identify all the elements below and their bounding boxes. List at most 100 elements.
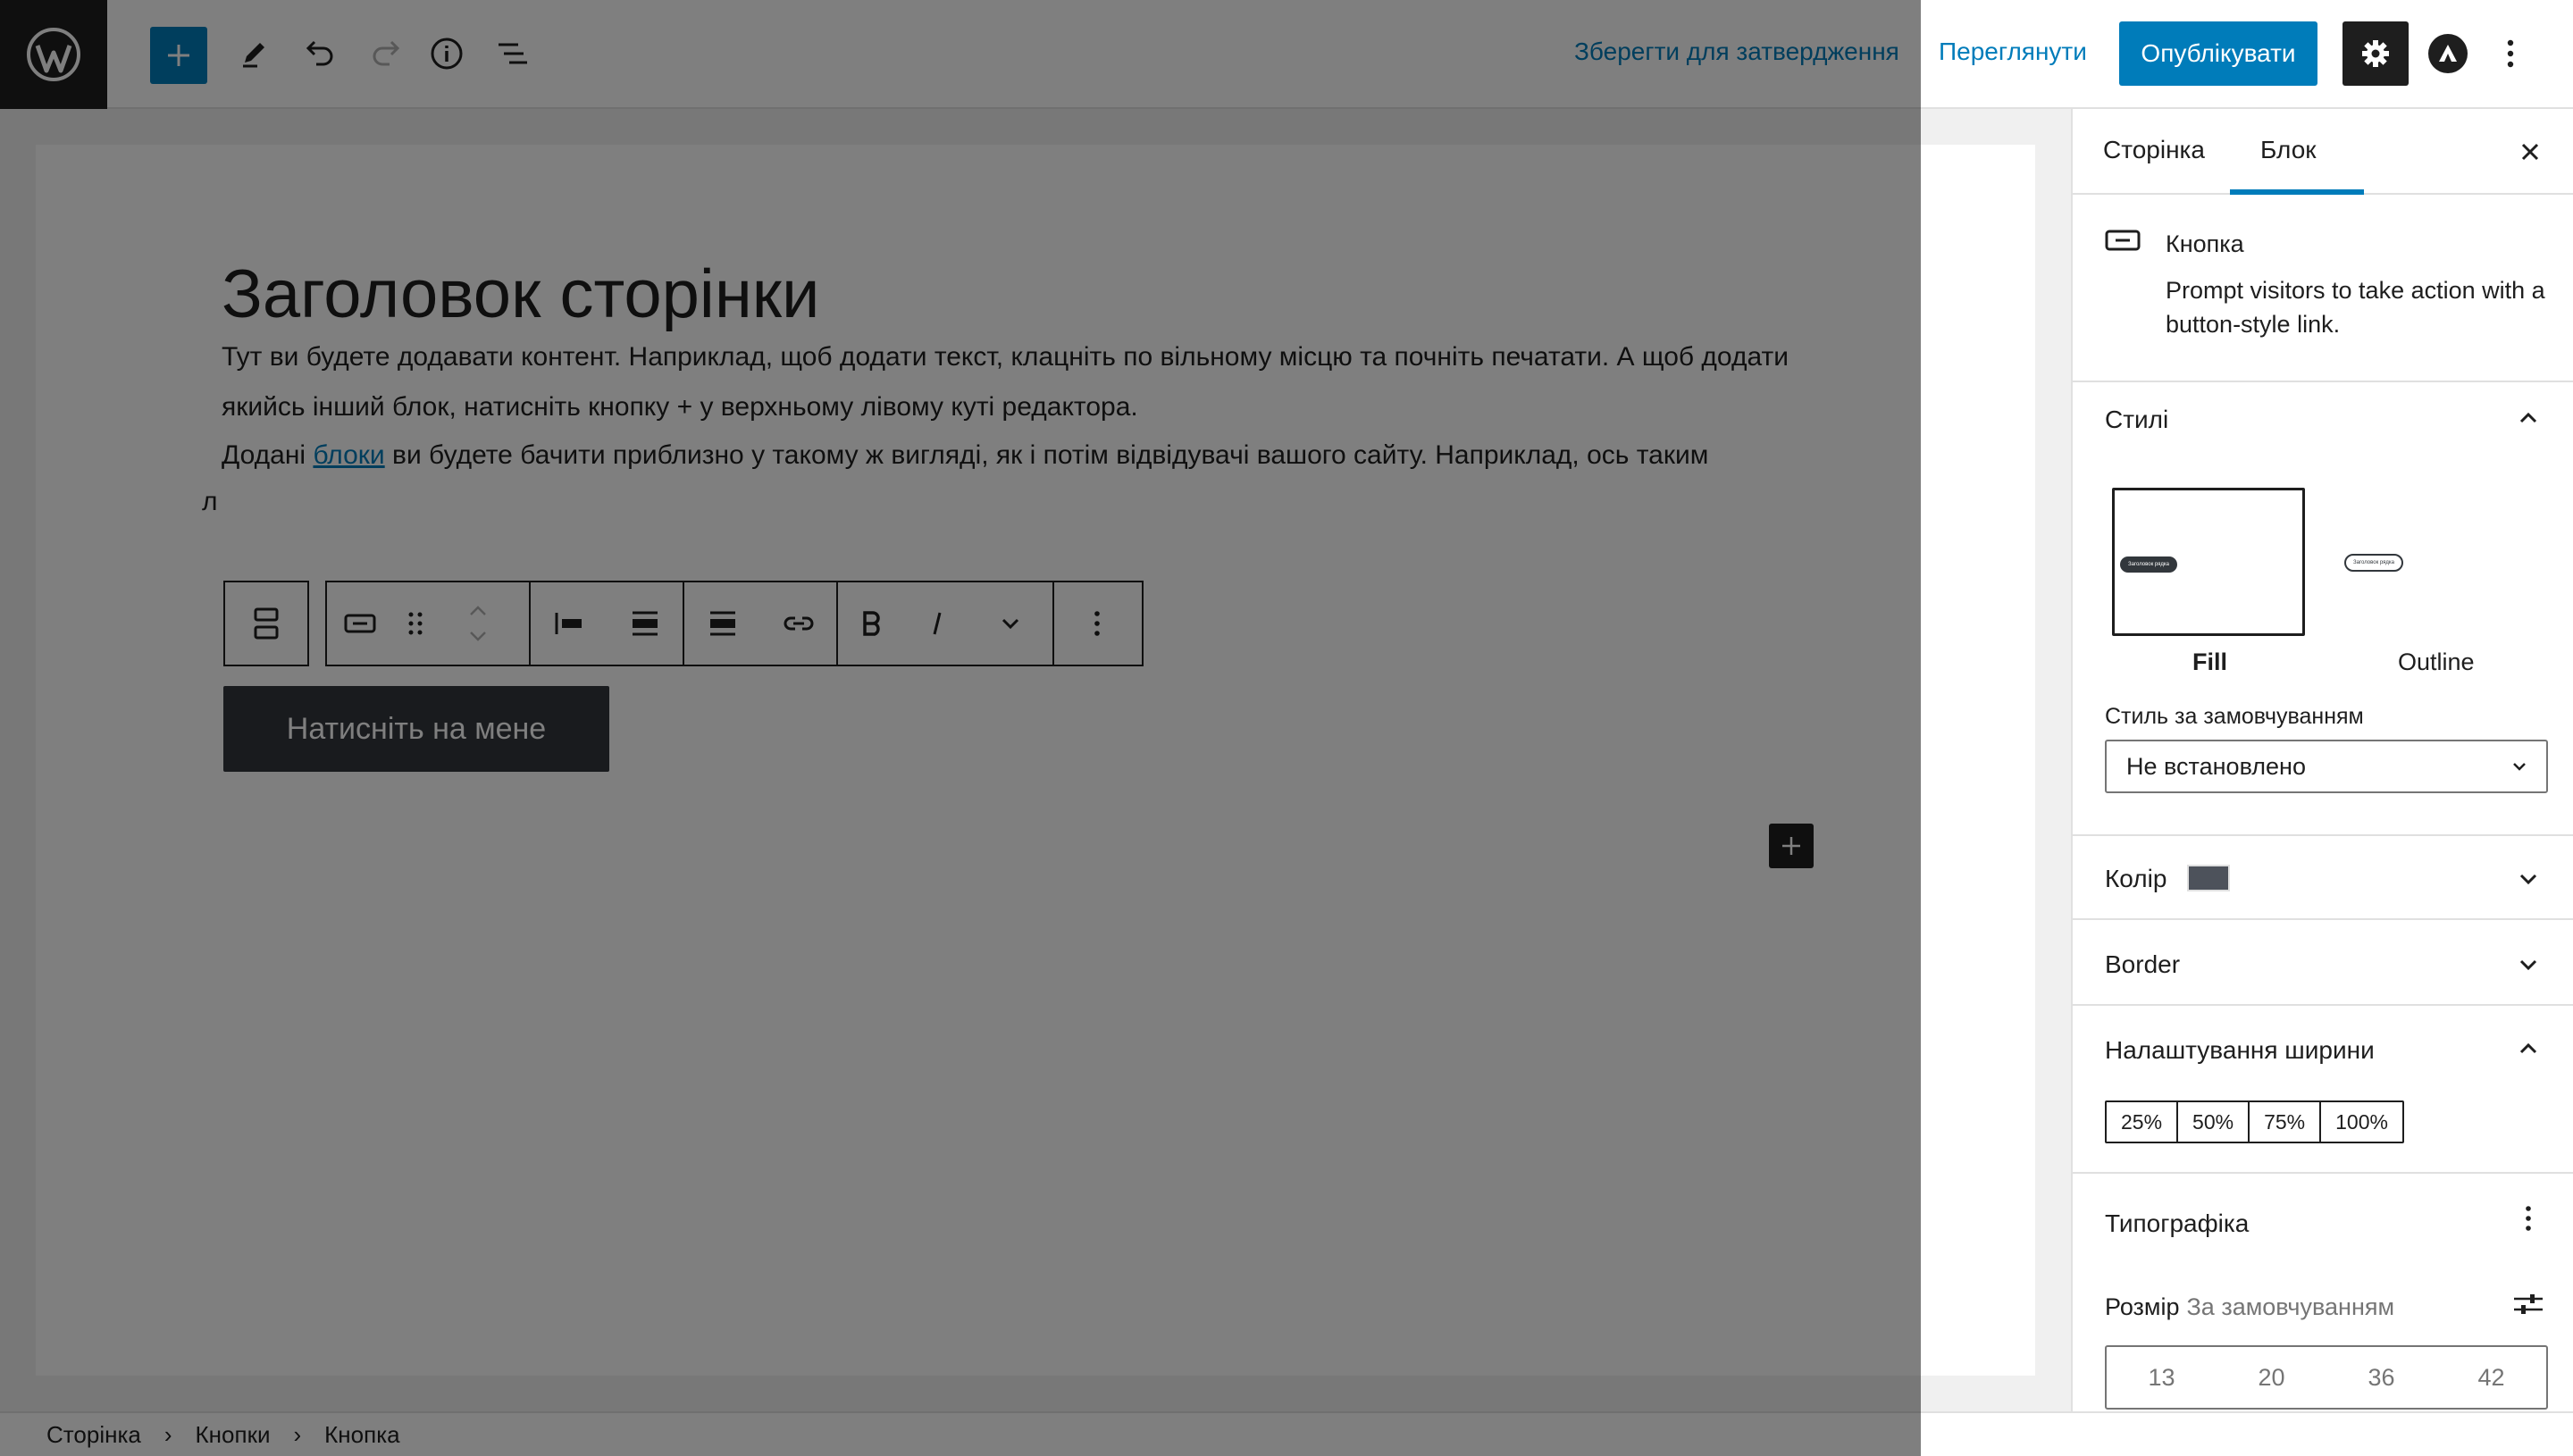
bold-icon[interactable] bbox=[838, 582, 904, 665]
default-style-value: Не встановлено bbox=[2126, 752, 2306, 780]
typography-panel-title[interactable]: Типографіка bbox=[2105, 1209, 2249, 1238]
chevron-down-icon bbox=[2513, 763, 2526, 771]
font-size-label: Розмір За замовчуванням bbox=[2105, 1293, 2394, 1321]
close-icon bbox=[2521, 143, 2539, 161]
default-style-label: Стиль за замовчуванням bbox=[2105, 704, 2364, 729]
default-style-select[interactable]: Не встановлено bbox=[2105, 740, 2548, 793]
top-toolbar: Зберегти для затвердження Переглянути Оп… bbox=[0, 0, 2573, 109]
styles-panel-title[interactable]: Стилі bbox=[2105, 406, 2168, 434]
block-toolbar bbox=[223, 581, 1144, 666]
breadcrumb: Сторінка › Кнопки › Кнопка bbox=[0, 1411, 2573, 1456]
blocks-link[interactable]: блоки bbox=[313, 440, 384, 470]
width-option-50[interactable]: 50% bbox=[2178, 1102, 2250, 1142]
align-full-icon[interactable] bbox=[607, 582, 683, 665]
pencil-icon bbox=[243, 43, 264, 68]
plus-icon bbox=[168, 45, 189, 66]
divider bbox=[2073, 1172, 2573, 1174]
border-panel-title[interactable]: Border bbox=[2105, 950, 2180, 979]
style-option-fill[interactable]: Заголовок рядка bbox=[2112, 488, 2305, 636]
italic-icon[interactable] bbox=[904, 582, 970, 665]
chevron-right-icon: › bbox=[293, 1420, 302, 1448]
close-sidebar-button[interactable] bbox=[2510, 132, 2550, 172]
paragraph-text: ви будете бачити приблизно у такому ж ви… bbox=[384, 440, 1709, 470]
wordpress-logo-icon[interactable] bbox=[0, 0, 107, 109]
editor-canvas: Заголовок сторінки Тут ви будете додават… bbox=[0, 109, 2071, 1411]
list-view-icon bbox=[499, 43, 527, 64]
parent-selector[interactable] bbox=[223, 581, 309, 666]
block-name: Кнопка bbox=[2166, 230, 2244, 257]
block-align-icon[interactable] bbox=[684, 582, 760, 665]
divider bbox=[2073, 918, 2573, 920]
plus-icon bbox=[1782, 837, 1800, 855]
tab-page[interactable]: Сторінка bbox=[2103, 136, 2205, 164]
sidebar-tabs: Сторінка Блок bbox=[2073, 109, 2573, 195]
move-buttons[interactable] bbox=[438, 582, 518, 665]
button-block-icon[interactable] bbox=[327, 582, 393, 665]
block-options-group bbox=[1054, 581, 1144, 666]
settings-button[interactable] bbox=[2343, 21, 2409, 86]
width-option-75[interactable]: 75% bbox=[2250, 1102, 2322, 1142]
chevron-down-icon[interactable] bbox=[2510, 947, 2546, 983]
buttons-parent-icon bbox=[225, 582, 307, 665]
color-swatch bbox=[2187, 865, 2230, 891]
more-vertical-icon bbox=[2507, 39, 2514, 68]
width-option-100[interactable]: 100% bbox=[2321, 1102, 2402, 1142]
button-block[interactable]: Натисніть на мене bbox=[223, 686, 609, 772]
add-block-button[interactable] bbox=[150, 27, 207, 84]
tab-block[interactable]: Блок bbox=[2260, 136, 2317, 164]
breadcrumb-item[interactable]: Сторінка bbox=[46, 1421, 141, 1449]
fill-style-label: Fill bbox=[2192, 649, 2227, 675]
width-options: 25% 50% 75% 100% bbox=[2105, 1100, 2404, 1143]
font-size-option[interactable]: 36 bbox=[2368, 1364, 2394, 1392]
paragraph-text-partial: л bbox=[202, 487, 218, 516]
edit-tools-button[interactable] bbox=[225, 25, 282, 82]
save-draft-link[interactable]: Зберегти для затвердження bbox=[1574, 38, 1899, 66]
breadcrumb-item[interactable]: Кнопка bbox=[324, 1421, 399, 1449]
width-panel-title[interactable]: Налаштування ширини bbox=[2105, 1036, 2375, 1065]
alignment-group bbox=[531, 581, 684, 666]
publish-button[interactable]: Опублікувати bbox=[2119, 21, 2317, 86]
undo-icon bbox=[306, 40, 333, 66]
gear-icon bbox=[2362, 40, 2389, 67]
style-option-outline[interactable]: Заголовок рядка bbox=[2344, 554, 2403, 572]
preview-link[interactable]: Переглянути bbox=[1939, 38, 2087, 66]
font-size-option[interactable]: 42 bbox=[2477, 1364, 2504, 1392]
redo-button[interactable] bbox=[357, 25, 415, 82]
paragraph-block-2[interactable]: Додані блоки ви будете бачити приблизно … bbox=[222, 431, 1874, 481]
inline-add-block-button[interactable] bbox=[1769, 824, 1814, 868]
font-size-default: За замовчуванням bbox=[2186, 1293, 2395, 1320]
fill-preview-button: Заголовок рядка bbox=[2120, 556, 2177, 573]
color-panel-title[interactable]: Колір bbox=[2105, 865, 2167, 893]
chevron-up-down-icon bbox=[470, 606, 486, 641]
chevron-down-icon[interactable] bbox=[2510, 861, 2546, 897]
block-description: Prompt visitors to take action with a bu… bbox=[2166, 277, 2545, 338]
block-type-group bbox=[325, 581, 531, 666]
options-menu-button[interactable] bbox=[2493, 29, 2528, 79]
font-size-option[interactable]: 13 bbox=[2148, 1364, 2175, 1392]
more-formats-chevron-down-icon[interactable] bbox=[970, 582, 1051, 665]
font-size-option[interactable]: 20 bbox=[2258, 1364, 2284, 1392]
redo-icon bbox=[373, 40, 400, 66]
details-button[interactable] bbox=[418, 25, 475, 82]
paragraph-text: Додані bbox=[222, 440, 314, 470]
list-view-button[interactable] bbox=[484, 25, 541, 82]
custom-size-button[interactable] bbox=[2510, 1286, 2546, 1322]
jetpack-icon[interactable] bbox=[2428, 34, 2468, 73]
more-vertical-icon[interactable] bbox=[1054, 582, 1140, 665]
chevron-up-icon[interactable] bbox=[2510, 400, 2546, 436]
paragraph-block[interactable]: Тут ви будете додавати контент. Наприкла… bbox=[222, 332, 1874, 432]
font-size-title: Розмір bbox=[2105, 1293, 2180, 1320]
breadcrumb-item[interactable]: Кнопки bbox=[196, 1421, 271, 1449]
block-settings-group bbox=[684, 581, 838, 666]
page-title[interactable]: Заголовок сторінки bbox=[222, 255, 820, 333]
drag-handle-icon[interactable] bbox=[393, 582, 438, 665]
width-option-25[interactable]: 25% bbox=[2107, 1102, 2179, 1142]
undo-button[interactable] bbox=[291, 25, 348, 82]
format-group bbox=[838, 581, 1054, 666]
settings-sliders-icon bbox=[2514, 1294, 2543, 1314]
link-icon[interactable] bbox=[760, 582, 836, 665]
justify-left-icon[interactable] bbox=[531, 582, 607, 665]
typography-options-button[interactable] bbox=[2510, 1201, 2546, 1236]
chevron-up-icon[interactable] bbox=[2510, 1031, 2546, 1067]
settings-sidebar: Сторінка Блок Кнопка Prompt visitors to … bbox=[2071, 109, 2573, 1411]
